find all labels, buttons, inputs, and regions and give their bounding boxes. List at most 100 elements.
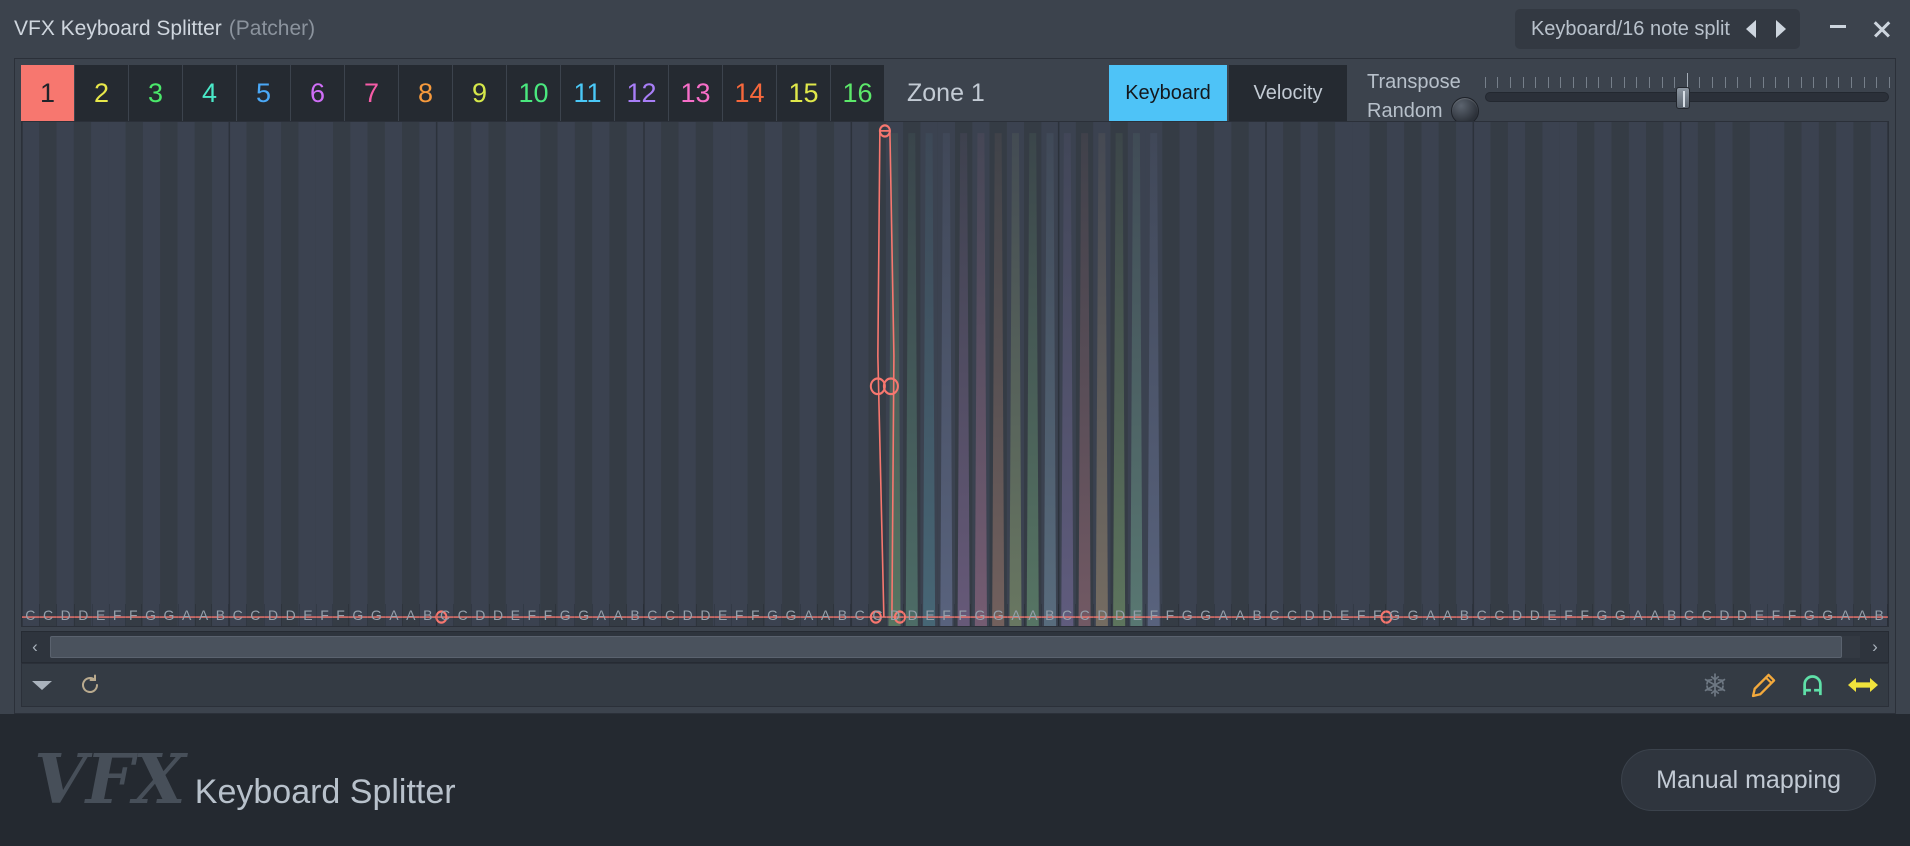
pencil-icon[interactable]	[1750, 672, 1777, 699]
grid-canvas[interactable]	[22, 122, 1888, 626]
transpose-tick	[1497, 77, 1499, 88]
transpose-tick	[1876, 77, 1878, 88]
brand-mark: VFX	[34, 740, 186, 820]
transpose-tick	[1863, 77, 1865, 88]
zone-tab-label: 15	[788, 77, 819, 108]
scrollbar-thumb[interactable]	[50, 636, 1842, 658]
plugin-window: VFX Keyboard Splitter (Patcher) Keyboard…	[0, 0, 1910, 846]
zone-tab-12[interactable]: 12	[615, 65, 669, 121]
snowflake-icon[interactable]	[1702, 672, 1728, 698]
transpose-tick	[1661, 77, 1663, 88]
prev-preset-button[interactable]	[1742, 18, 1760, 40]
editor-panel: 1 2 3 4 5 6 7 8 9 10 11 12 13 14 15 16 Zone 1 Keyboard …	[14, 58, 1896, 714]
zone-tab-label: 9	[471, 77, 488, 108]
menu-dropdown-icon[interactable]	[32, 680, 52, 690]
scroll-left-button[interactable]: ‹	[22, 632, 48, 662]
transpose-tick	[1762, 77, 1764, 88]
zone-tab-label: 7	[363, 77, 380, 108]
zone-tab-label: 13	[680, 77, 711, 108]
window-title-suffix: (Patcher)	[228, 17, 316, 40]
zone-label: Zone 1	[907, 78, 985, 107]
zone-tab-label: 2	[93, 77, 110, 108]
transpose-tick	[1800, 77, 1802, 88]
zone-tab-label: 8	[417, 77, 434, 108]
transpose-tick	[1889, 77, 1890, 88]
next-preset-button[interactable]	[1772, 18, 1790, 40]
mode-toggle: Keyboard Velocity	[1109, 65, 1349, 121]
zone-tab-4[interactable]: 4	[183, 65, 237, 121]
zone-tab-16[interactable]: 16	[831, 65, 885, 121]
title-bar: VFX Keyboard Splitter (Patcher) Keyboard…	[0, 0, 1910, 58]
close-button[interactable]	[1862, 9, 1902, 49]
transpose-tick	[1712, 77, 1714, 88]
transpose-tick	[1547, 77, 1549, 88]
zone-tab-label: 10	[518, 77, 549, 108]
random-label: Random	[1367, 99, 1443, 122]
transpose-tick	[1573, 77, 1575, 88]
zone-tab-8[interactable]: 8	[399, 65, 453, 121]
transpose-tick	[1749, 77, 1751, 88]
transpose-tick	[1699, 77, 1701, 88]
transpose-tick	[1787, 77, 1789, 88]
transpose-tick	[1610, 77, 1612, 88]
tab-keyboard[interactable]: Keyboard	[1109, 65, 1229, 121]
transpose-tick	[1598, 77, 1600, 88]
brand-name: Keyboard Splitter	[194, 773, 456, 811]
zone-tab-5[interactable]: 5	[237, 65, 291, 121]
resize-icon[interactable]	[1848, 672, 1878, 698]
minimize-button[interactable]	[1818, 9, 1858, 49]
zone-toolbar: 1 2 3 4 5 6 7 8 9 10 11 12 13 14 15 16 Zone 1 Keyboard …	[15, 59, 1895, 125]
zone-tab-15[interactable]: 15	[777, 65, 831, 121]
tab-velocity[interactable]: Velocity	[1229, 65, 1349, 121]
window-controls	[1818, 9, 1902, 49]
transpose-tick	[1838, 77, 1840, 88]
transpose-tick	[1851, 77, 1853, 88]
transpose-labels: Transpose Random	[1367, 67, 1479, 125]
zone-tab-14[interactable]: 14	[723, 65, 777, 121]
zone-tab-label: 1	[39, 77, 56, 108]
zone-tab-13[interactable]: 13	[669, 65, 723, 121]
zone-tab-label: 5	[255, 77, 272, 108]
transpose-block: Transpose Random	[1349, 65, 1890, 125]
zone-tab-label: 11	[573, 77, 602, 108]
tool-strip-right	[1702, 672, 1878, 699]
transpose-tick	[1737, 77, 1739, 88]
transpose-track[interactable]	[1484, 87, 1889, 109]
transpose-tick	[1535, 77, 1537, 88]
transpose-tick	[1636, 77, 1638, 88]
zone-tab-label: 12	[626, 77, 657, 108]
transpose-tick	[1813, 77, 1815, 88]
transpose-thumb[interactable]	[1675, 87, 1690, 109]
keyboard-mapping-grid[interactable]: CCDDEFFGGAABCCDDEFFGGAABCCDDEFFGGAABCCDD…	[21, 121, 1889, 627]
zone-tab-label: 3	[147, 77, 164, 108]
transpose-label: Transpose	[1367, 71, 1461, 93]
scrollbar-track[interactable]	[50, 636, 1860, 658]
magnet-icon[interactable]	[1799, 672, 1826, 699]
horizontal-scrollbar[interactable]: ‹ ›	[21, 631, 1889, 663]
zone-tab-6[interactable]: 6	[291, 65, 345, 121]
transpose-tick	[1560, 77, 1562, 88]
scroll-right-button[interactable]: ›	[1862, 632, 1888, 662]
transpose-tick	[1825, 77, 1827, 88]
zone-tab-label: 4	[201, 77, 218, 108]
manual-mapping-button[interactable]: Manual mapping	[1621, 749, 1876, 811]
zone-tab-3[interactable]: 3	[129, 65, 183, 121]
zone-tab-10[interactable]: 10	[507, 65, 561, 121]
preset-selector[interactable]: Keyboard/16 note split	[1514, 9, 1800, 49]
preset-name: Keyboard/16 note split	[1530, 17, 1730, 40]
transpose-slider[interactable]	[1479, 67, 1890, 109]
brand-logo: VFX Keyboard Splitter	[34, 740, 456, 820]
reset-icon[interactable]	[78, 673, 102, 697]
tool-strip	[21, 663, 1889, 707]
zone-tab-2[interactable]: 2	[75, 65, 129, 121]
zone-tab-9[interactable]: 9	[453, 65, 507, 121]
zone-tab-7[interactable]: 7	[345, 65, 399, 121]
zone-tab-label: 6	[309, 77, 326, 108]
zone-tab-1[interactable]: 1	[21, 65, 75, 121]
zone-tab-list: 1 2 3 4 5 6 7 8 9 10 11 12 13 14 15 16	[21, 65, 885, 121]
transpose-tick	[1648, 77, 1650, 88]
tool-strip-left	[32, 673, 102, 697]
transpose-tick	[1623, 77, 1625, 88]
zone-tab-11[interactable]: 11	[561, 65, 615, 121]
transpose-tick	[1775, 77, 1777, 88]
